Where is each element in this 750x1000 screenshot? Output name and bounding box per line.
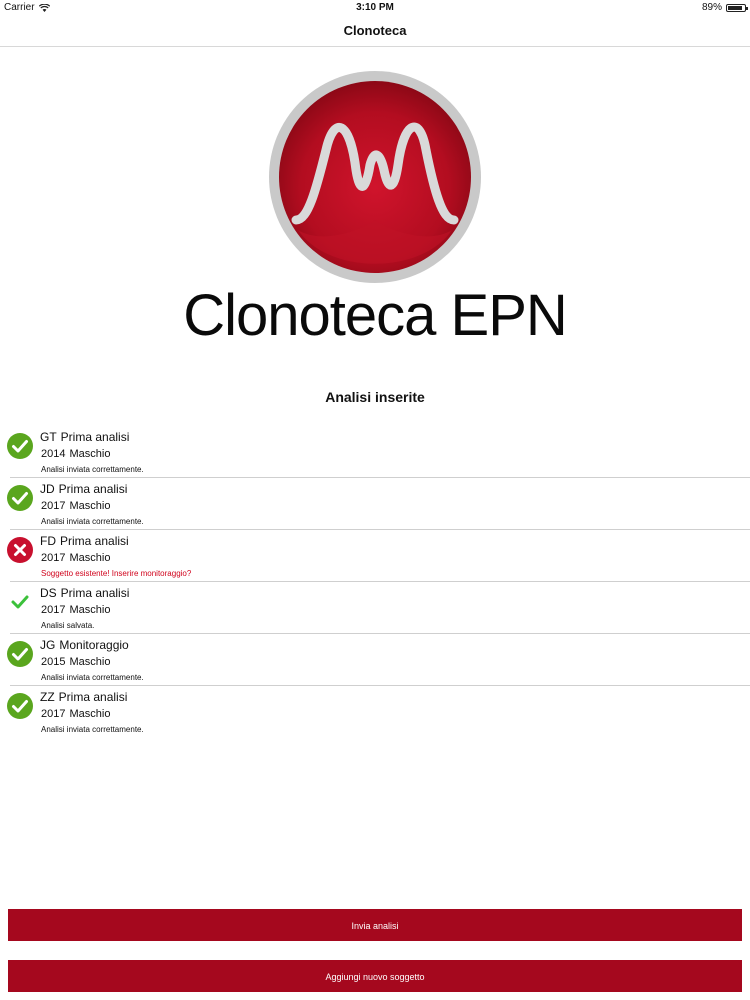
analysis-title: ZZ Prima analisi bbox=[40, 690, 127, 704]
checkmark-icon bbox=[6, 588, 34, 616]
subject-year: 2015 bbox=[41, 656, 66, 668]
subject-initials: JG bbox=[40, 638, 56, 652]
subject-sex: Maschio bbox=[69, 448, 111, 460]
subject-year: 2017 bbox=[41, 552, 66, 564]
error-circle-icon bbox=[6, 536, 34, 564]
list-item[interactable]: FD Prima analisi 2017 Maschio Soggetto esi… bbox=[7, 530, 750, 582]
analysis-type: Prima analisi bbox=[60, 586, 130, 600]
subject-sex: Maschio bbox=[69, 552, 111, 564]
subject-sex: Maschio bbox=[69, 708, 111, 720]
clock: 3:10 PM bbox=[356, 2, 394, 13]
nav-title: Clonoteca bbox=[343, 23, 407, 38]
analysis-message: Analisi inviata correttamente. bbox=[41, 465, 144, 474]
list-item[interactable]: ZZ Prima analisi 2017 Maschio Analisi invi… bbox=[7, 686, 750, 737]
subject-year: 2014 bbox=[41, 448, 66, 460]
list-item[interactable]: JD Prima analisi 2017 Maschio Analisi invi… bbox=[7, 478, 750, 530]
battery-percent: 89% bbox=[701, 2, 722, 13]
analysis-details: 2017 Maschio bbox=[41, 500, 110, 512]
subject-sex: Maschio bbox=[69, 604, 111, 616]
check-circle-icon bbox=[6, 692, 34, 720]
analysis-details: 2017 Maschio bbox=[41, 604, 110, 616]
analysis-type: Prima analisi bbox=[58, 690, 128, 704]
analysis-message: Analisi inviata correttamente. bbox=[41, 517, 144, 526]
list-item[interactable]: JG Monitoraggio 2015 Maschio Analisi invia… bbox=[7, 634, 750, 686]
analysis-message: Analisi inviata correttamente. bbox=[41, 673, 144, 682]
subject-year: 2017 bbox=[41, 500, 66, 512]
analysis-title: GT Prima analisi bbox=[40, 430, 129, 444]
analysis-title: FD Prima analisi bbox=[40, 534, 129, 548]
subject-year: 2017 bbox=[41, 708, 66, 720]
nav-bar: Clonoteca bbox=[0, 16, 750, 47]
analysis-details: 2015 Maschio bbox=[41, 656, 110, 668]
subject-year: 2017 bbox=[41, 604, 66, 616]
send-analyses-button[interactable]: Invia analisi bbox=[8, 909, 742, 941]
battery-icon bbox=[726, 3, 748, 12]
analysis-details: 2017 Maschio bbox=[41, 708, 110, 720]
check-circle-icon bbox=[6, 484, 34, 512]
analysis-message: Analisi salvata. bbox=[41, 621, 95, 630]
analyses-list: GT Prima analisi 2014 Maschio Analisi invi… bbox=[0, 426, 750, 737]
analysis-details: 2017 Maschio bbox=[41, 552, 110, 564]
section-title: Analisi inserite bbox=[325, 389, 425, 405]
subject-initials: GT bbox=[40, 430, 57, 444]
subject-initials: DS bbox=[40, 586, 57, 600]
check-circle-icon bbox=[6, 432, 34, 460]
subject-sex: Maschio bbox=[69, 500, 111, 512]
analysis-type: Prima analisi bbox=[60, 430, 130, 444]
status-bar: Carrier 3:10 PM 89% bbox=[0, 0, 750, 16]
analysis-details: 2014 Maschio bbox=[41, 448, 110, 460]
subject-sex: Maschio bbox=[69, 656, 111, 668]
logo-text: Clonoteca EPN bbox=[183, 283, 568, 348]
analysis-title: JD Prima analisi bbox=[40, 482, 127, 496]
analysis-type: Monitoraggio bbox=[59, 638, 129, 652]
subject-initials: FD bbox=[40, 534, 56, 548]
analysis-type: Prima analisi bbox=[58, 482, 128, 496]
subject-initials: JD bbox=[40, 482, 55, 496]
analysis-message: Analisi inviata correttamente. bbox=[41, 725, 144, 734]
status-right: 89% bbox=[701, 2, 748, 13]
analysis-type: Prima analisi bbox=[60, 534, 129, 548]
analysis-title: JG Monitoraggio bbox=[40, 638, 129, 652]
logo-icon bbox=[268, 70, 482, 284]
check-circle-icon bbox=[6, 640, 34, 668]
subject-initials: ZZ bbox=[40, 690, 55, 704]
list-item[interactable]: DS Prima analisi 2017 Maschio Analisi salv… bbox=[10, 582, 750, 634]
list-item[interactable]: GT Prima analisi 2014 Maschio Analisi invi… bbox=[7, 426, 750, 478]
analysis-title: DS Prima analisi bbox=[40, 586, 129, 600]
add-subject-button[interactable]: Aggiungi nuovo soggetto bbox=[8, 960, 742, 992]
analysis-error-message: Soggetto esistente! Inserire monitoraggi… bbox=[41, 569, 192, 578]
